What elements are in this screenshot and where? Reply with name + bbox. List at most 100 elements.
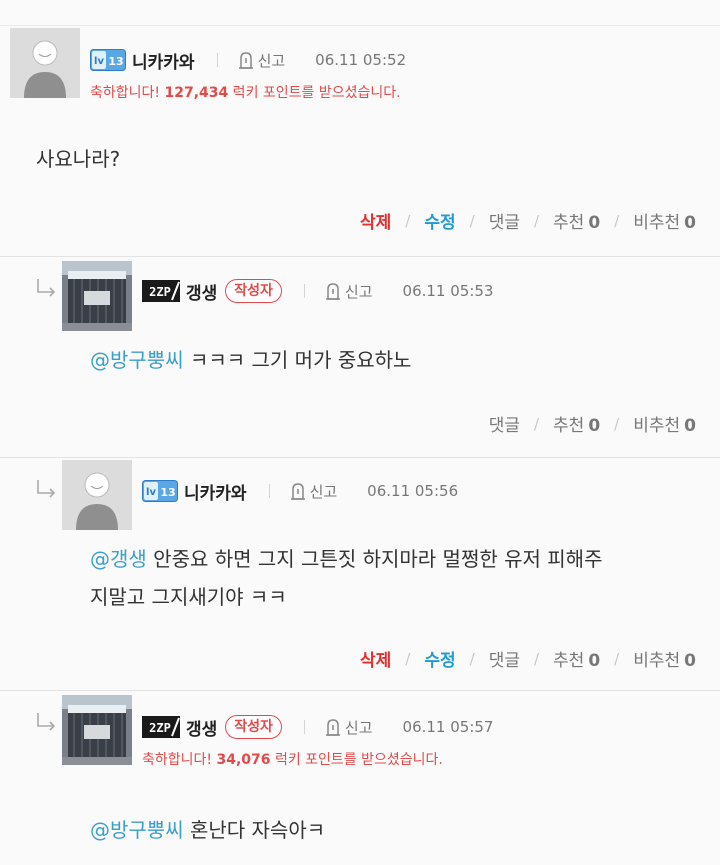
author-badge: 작성자 [225, 279, 282, 303]
report-label: 신고 [344, 282, 373, 301]
gate-photo-avatar[interactable] [62, 695, 132, 765]
comment-text: 사요나라? [36, 147, 121, 171]
timestamp: 06.11 05:52 [315, 51, 407, 69]
svg-text:13: 13 [108, 55, 123, 68]
comment-meta: lv 13 니카카와 신고 06.11 05:52 [90, 48, 407, 73]
like-button[interactable]: 추천 0 [553, 411, 600, 436]
default-avatar[interactable] [62, 460, 132, 530]
comment-actions: 삭제 / 수정 / 댓글 / 추천 0 / 비추천 0 [360, 208, 696, 234]
report-button[interactable]: 신고 [323, 281, 373, 302]
separator: / [469, 211, 475, 230]
separator: / [614, 211, 620, 230]
separator [303, 720, 305, 734]
nickname[interactable]: 니카카와 [132, 48, 195, 73]
reply-button[interactable]: 댓글 [489, 411, 520, 436]
dislike-count: 0 [684, 213, 696, 233]
comment-text: @갱생 안중요 하면 그지 그튼짓 하지마라 멀쩡한 유저 피해주 지말고 그지… [90, 540, 602, 616]
timestamp: 06.11 05:53 [402, 282, 494, 300]
delete-button[interactable]: 삭제 [360, 646, 391, 671]
separator: / [405, 649, 411, 668]
like-button[interactable]: 추천 0 [553, 208, 600, 233]
comment-meta: lv 13 니카카와 신고 06.11 05:56 [142, 479, 459, 504]
like-label: 추천 [553, 416, 585, 436]
reply-arrow-icon [36, 711, 58, 733]
lucky-points-notice: 축하합니다! 127,434 럭키 포인트를 받으셨습니다. [90, 82, 401, 102]
comment-line-1: @갱생 안중요 하면 그지 그튼짓 하지마라 멀쩡한 유저 피해주 [90, 540, 602, 578]
comment-meta: 2ZP 갱생 작성자 신고 06.11 05:57 [142, 715, 494, 740]
report-icon [325, 283, 340, 300]
dislike-label: 비추천 [633, 416, 681, 436]
edit-button[interactable]: 수정 [424, 208, 455, 233]
report-icon [238, 52, 253, 69]
separator: / [469, 649, 475, 668]
dislike-button[interactable]: 비추천 0 [633, 411, 696, 436]
like-label: 추천 [553, 651, 585, 671]
congrats-suffix: 럭키 포인트를 받으셨습니다. [228, 85, 401, 101]
comment-4: 2ZP 갱생 작성자 신고 06.11 05:57 축하합니다! 34,076 … [0, 691, 720, 865]
separator: / [533, 211, 540, 230]
dislike-button[interactable]: 비추천 0 [633, 646, 696, 671]
timestamp: 06.11 05:57 [402, 718, 494, 736]
svg-text:13: 13 [160, 486, 175, 499]
mention-link[interactable]: @갱생 [90, 547, 147, 571]
comment-line-2: 지말고 그지새기야 ㅋㅋ [90, 585, 287, 609]
comment-actions: 댓글 / 추천 0 / 비추천 0 [489, 411, 696, 437]
svg-text:lv: lv [146, 487, 156, 498]
number-badge-text: 2ZP [149, 721, 171, 735]
like-label: 추천 [553, 213, 585, 233]
mention-link[interactable]: @방구뿡씨 [90, 818, 184, 842]
comment-body: 혼난다 자슥아ㅋ [183, 818, 326, 842]
separator [303, 284, 305, 298]
reply-arrow-icon [36, 478, 58, 500]
report-button[interactable]: 신고 [236, 50, 285, 71]
separator: / [533, 649, 540, 668]
timestamp: 06.11 05:56 [367, 482, 459, 500]
dislike-count: 0 [684, 416, 696, 436]
congrats-prefix: 축하합니다! [142, 752, 217, 768]
like-button[interactable]: 추천 0 [553, 646, 600, 671]
gate-photo-avatar[interactable] [62, 261, 132, 331]
separator: / [405, 211, 411, 230]
congrats-prefix: 축하합니다! [90, 85, 165, 101]
lucky-points-notice: 축하합니다! 34,076 럭키 포인트를 받으셨습니다. [142, 749, 443, 769]
reply-button[interactable]: 댓글 [489, 208, 520, 233]
lucky-points: 127,434 [164, 85, 229, 101]
comment-2: 2ZP 갱생 작성자 신고 06.11 05:53 @방구뿡씨 ㅋㅋㅋ 그기 머… [0, 257, 720, 457]
reply-button[interactable]: 댓글 [489, 646, 520, 671]
dislike-button[interactable]: 비추천 0 [633, 208, 696, 233]
delete-button[interactable]: 삭제 [360, 208, 391, 233]
nickname[interactable]: 갱생 [186, 715, 217, 740]
separator: / [533, 414, 540, 433]
report-label: 신고 [309, 482, 338, 501]
separator [268, 484, 270, 498]
congrats-suffix: 럭키 포인트를 받으셨습니다. [270, 752, 443, 768]
dislike-label: 비추천 [633, 213, 681, 233]
report-button[interactable]: 신고 [323, 717, 373, 738]
dislike-count: 0 [684, 651, 696, 671]
reply-arrow-icon [36, 277, 58, 299]
separator: / [614, 649, 620, 668]
number-badge-text: 2ZP [149, 285, 171, 299]
like-count: 0 [588, 213, 601, 233]
dislike-label: 비추천 [633, 651, 681, 671]
mention-link[interactable]: @방구뿡씨 [90, 348, 184, 372]
comment-1: lv 13 니카카와 신고 06.11 05:52 축하합니다! 127,434 … [0, 0, 720, 258]
comment-actions: 삭제 / 수정 / 댓글 / 추천 0 / 비추천 0 [360, 646, 696, 672]
svg-text:lv: lv [94, 56, 104, 67]
report-label: 신고 [344, 718, 373, 737]
report-button[interactable]: 신고 [288, 481, 338, 502]
default-avatar[interactable] [10, 28, 80, 98]
comment-body: ㅋㅋㅋ 그기 머가 중요하노 [183, 348, 412, 372]
level-13-icon: lv 13 [142, 480, 178, 502]
like-count: 0 [588, 651, 601, 671]
author-badge: 작성자 [225, 715, 282, 739]
edit-button[interactable]: 수정 [424, 646, 455, 671]
comment-3: lv 13 니카카와 신고 06.11 05:56 @갱생 안중요 하면 그지 그… [0, 458, 720, 690]
comment-text: @방구뿡씨 혼난다 자슥아ㅋ [90, 811, 325, 849]
nickname[interactable]: 갱생 [186, 279, 217, 304]
nickname[interactable]: 니카카와 [184, 479, 247, 504]
separator [216, 53, 218, 67]
number-badge-icon: 2ZP [142, 280, 180, 302]
report-icon [325, 719, 340, 736]
separator: / [614, 414, 620, 433]
